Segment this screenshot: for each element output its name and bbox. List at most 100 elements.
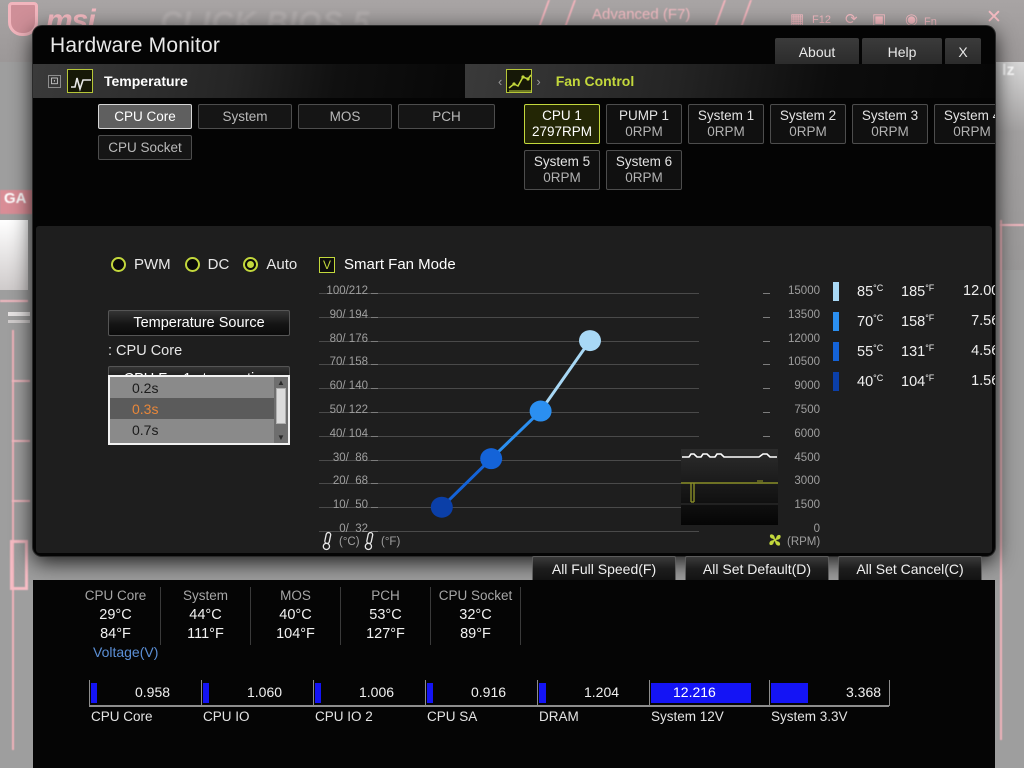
fan-icon (766, 531, 784, 549)
all-set-default-button[interactable]: All Set Default(D) (685, 556, 829, 582)
all-full-speed-button[interactable]: All Full Speed(F) (532, 556, 676, 582)
listbox-scrollbar[interactable]: ▲ ▼ (274, 377, 288, 443)
fan-tab-rpm: 0RPM (953, 124, 991, 139)
voltage-value: 3.368 (846, 684, 882, 700)
legend-color-swatch (833, 341, 839, 361)
rpm-axis-label: (RPM) (787, 536, 821, 548)
f12-label: F12 (812, 14, 831, 26)
chart-left-tick: 60/ 140 (329, 380, 368, 393)
step-up-option-1[interactable]: 0.3s (110, 398, 288, 419)
legend-temp-c: 55°C (857, 342, 884, 360)
fan-tab-system-4[interactable]: System 4 0RPM (934, 104, 995, 144)
fan-tab-system-2[interactable]: System 2 0RPM (770, 104, 846, 144)
legend-temp-f: 185°F (901, 282, 935, 300)
voltage-section-title: Voltage(V) (93, 644, 159, 660)
tab-cpu-core[interactable]: CPU Core (98, 104, 192, 129)
close-button[interactable]: X (945, 38, 981, 65)
fan-tab-rpm: 2797RPM (531, 124, 593, 139)
chart-right-tickmark (763, 412, 770, 413)
hardware-monitor-window: Hardware Monitor About Help X ⊡ Temperat… (33, 26, 995, 556)
bg-line-h2 (12, 380, 30, 382)
voltage-label: CPU Core (91, 709, 153, 724)
legend-voltage: 4.56V (971, 343, 995, 359)
scroll-down-arrow[interactable]: ▼ (277, 433, 285, 442)
tab-mos[interactable]: MOS (298, 104, 392, 129)
fan-tab-rpm: 0RPM (789, 124, 827, 139)
chart-left-tick: 50/ 122 (329, 404, 368, 416)
temperature-source-value: : CPU Core (108, 343, 183, 359)
chart-right-tickmark (763, 364, 770, 366)
chart-right-tick: 10500 (788, 356, 820, 369)
chart-icon (67, 69, 93, 93)
fan-curve-chart[interactable]: 100/212 90/ 194 80/ 176 70/ 158 60/ 140 50/ 1… (319, 281, 820, 551)
bg-grey-1 (8, 312, 30, 316)
voltage-bar (203, 683, 209, 703)
help-button[interactable]: Help (862, 38, 942, 65)
chart-right-tick: 7500 (794, 404, 820, 416)
voltage-bar (771, 683, 808, 703)
fan-tab-system-1[interactable]: System 1 0RPM (688, 104, 764, 144)
radio-dc[interactable] (184, 257, 200, 272)
bg-line-h4 (12, 500, 30, 502)
chart-left-tickmark (371, 316, 378, 318)
next-section-arrow[interactable]: › (536, 74, 540, 89)
voltage-tick (537, 680, 538, 706)
smart-fan-mode-row[interactable]: V Smart Fan Mode (319, 256, 456, 273)
chart-right-tick: 13500 (788, 308, 820, 321)
step-up-option-0[interactable]: 0.2s (110, 377, 288, 398)
about-button[interactable]: About (775, 38, 859, 65)
voltage-tick (313, 680, 314, 706)
status-cpu-socket: CPU Socket 32°C 89°F (431, 587, 521, 645)
voltage-label: CPU SA (427, 709, 478, 724)
bg-line-v2 (1000, 220, 1002, 740)
smart-fan-checkbox[interactable]: V (319, 256, 335, 273)
tab-pch[interactable]: PCH (398, 104, 495, 129)
scroll-up-arrow[interactable]: ▲ (277, 378, 285, 387)
voltage-value: 1.006 (359, 684, 395, 700)
bg-line-h5 (1000, 224, 1024, 226)
tab-system[interactable]: System (198, 104, 292, 129)
collapse-box-icon[interactable]: ⊡ (48, 74, 61, 88)
chart-left-tick: 10/ 50 (332, 499, 368, 512)
fan-control-header-label: Fan Control (555, 73, 635, 89)
radio-pwm[interactable] (111, 257, 126, 272)
prev-section-arrow[interactable]: ‹ (498, 74, 502, 89)
legend-voltage: 1.56V (971, 373, 995, 389)
fan-tab-group: CPU 1 2797RPM PUMP 1 0RPM System 1 0RPM … (524, 104, 995, 196)
fan-tab-system-3[interactable]: System 3 0RPM (852, 104, 928, 144)
status-pch: PCH 53°C 127°F (341, 587, 431, 645)
fan-tab-system-5[interactable]: System 5 0RPM (524, 150, 600, 190)
chart-left-tickmark (371, 507, 378, 509)
temperature-source-header: Temperature Source (108, 310, 290, 336)
fan-tab-rpm: 0RPM (871, 124, 909, 139)
legend-temp-f: 131°F (901, 342, 935, 360)
voltage-value: 0.916 (471, 684, 507, 700)
fan-tab-pump-1[interactable]: PUMP 1 0RPM (606, 104, 682, 144)
radio-auto[interactable] (243, 257, 259, 272)
chart-right-tickmark (763, 435, 770, 437)
chart-right-tickmark (763, 388, 770, 390)
fan-tab-rpm: 0RPM (707, 124, 745, 139)
voltage-baseline (89, 705, 889, 707)
all-set-cancel-button[interactable]: All Set Cancel(C) (838, 556, 982, 582)
chart-left-tickmark (371, 435, 378, 437)
temperature-status-strip: CPU Core 29°C 84°F System 44°C 111°F MOS… (71, 587, 1024, 645)
step-up-option-2[interactable]: 0.7s (110, 419, 288, 440)
chart-left-tick: 70/ 158 (329, 356, 368, 369)
status-celsius: 40°C (279, 606, 312, 623)
tab-cpu-socket[interactable]: CPU Socket (98, 135, 192, 160)
fan-tab-system-6[interactable]: System 6 0RPM (606, 150, 682, 190)
voltage-label: DRAM (539, 709, 579, 724)
chart-left-tickmark (371, 364, 378, 366)
fan-tab-name: System 1 (697, 108, 755, 124)
legend-color-swatch (833, 311, 839, 331)
step-up-time-listbox[interactable]: 0.2s 0.3s 0.7s ▲ ▼ (108, 375, 290, 445)
fan-tab-cpu-1[interactable]: CPU 1 2797RPM (524, 104, 600, 144)
chart-left-tick: 100/212 (326, 285, 368, 297)
legend-voltage: 7.56V (971, 313, 995, 329)
status-name: CPU Core (84, 588, 147, 604)
legend-color-swatch (833, 281, 839, 301)
curve-segment (539, 339, 592, 412)
scrollbar-thumb[interactable] (276, 388, 286, 424)
voltage-bar (91, 683, 97, 703)
